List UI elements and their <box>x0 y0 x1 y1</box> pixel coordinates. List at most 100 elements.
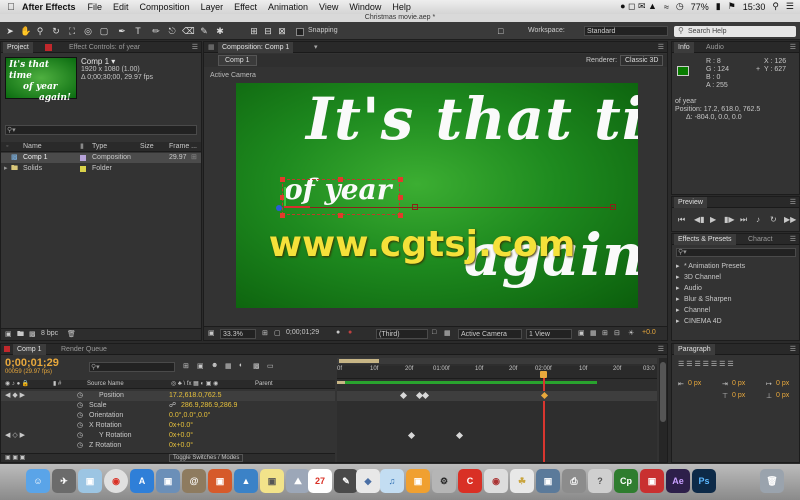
layer-handle[interactable] <box>338 213 343 218</box>
resolution-select[interactable]: (Third) <box>376 329 428 339</box>
menu-animation[interactable]: Animation <box>268 2 308 12</box>
always-preview-icon[interactable]: ▣ <box>208 329 215 337</box>
ram-preview-icon[interactable]: ▶▶ <box>784 215 796 224</box>
rotate-tool-icon[interactable]: ↻ <box>50 25 62 37</box>
list-item[interactable]: ▸ Blur & Sharpen <box>672 295 799 305</box>
puppet-tool-icon[interactable]: ✱ <box>214 25 226 37</box>
expand-arrow-icon[interactable]: ▸ <box>676 273 680 283</box>
list-item[interactable]: ▸ CINEMA 4D <box>672 317 799 327</box>
panel-menu-icon[interactable]: ☰ <box>192 42 198 53</box>
snapshot-icon[interactable]: ● <box>336 329 340 336</box>
space-after-value[interactable]: 0 px <box>776 392 789 399</box>
time-ruler[interactable]: 0f 10f 20f 01:00f 10f 20f 02:00f 10f 20f… <box>337 366 657 379</box>
timecode-field[interactable]: 0;00;01;29 <box>286 329 319 336</box>
column-size[interactable]: Size <box>140 142 154 152</box>
contacts-icon[interactable]: @ <box>182 469 206 493</box>
keyframe-nav-icon[interactable]: ◀ ◇ ▶ <box>5 431 25 441</box>
time-navigator[interactable] <box>337 358 657 364</box>
axis-icon[interactable]: ⊞ <box>248 25 260 37</box>
first-frame-icon[interactable]: ⏮ <box>678 215 685 225</box>
panel-menu-icon[interactable]: ☰ <box>658 42 664 53</box>
camera-tool-icon[interactable]: ⛶ <box>66 25 78 37</box>
comp-thumbnail[interactable]: It's that time of year again! <box>5 57 77 103</box>
type-tool-icon[interactable]: T <box>132 25 144 37</box>
property-value[interactable]: 0x+0.0° <box>169 421 193 431</box>
app-store-icon[interactable]: A <box>130 469 154 493</box>
eraser-tool-icon[interactable]: ⌫ <box>182 25 195 37</box>
unity-icon[interactable]: ◆ <box>356 469 380 493</box>
column-frame[interactable]: Frame ... <box>169 142 197 152</box>
y-rotation-keyframe[interactable] <box>455 431 464 440</box>
snapping-checkbox[interactable] <box>296 28 304 36</box>
timeline-icon[interactable]: ⊞ <box>602 329 608 337</box>
tab-comp-timeline[interactable]: Comp 1 <box>13 344 46 355</box>
itunes-icon[interactable]: ♫ <box>380 469 404 493</box>
menu-file[interactable]: File <box>88 2 103 12</box>
work-area-bar[interactable] <box>337 381 597 384</box>
time-navigator-range[interactable] <box>339 359 379 363</box>
trash-icon[interactable]: 🗑 <box>67 330 76 338</box>
roto-tool-icon[interactable]: ✎ <box>198 25 210 37</box>
property-value[interactable]: 0x+0.0° <box>169 441 193 451</box>
battery-percent[interactable]: 77% <box>691 2 709 12</box>
brainstorm-icon[interactable]: ▩ <box>253 362 260 370</box>
toggle-pixel-aspect-icon[interactable]: ▣ <box>578 329 585 337</box>
panel-menu-icon[interactable]: ☰ <box>658 344 664 355</box>
magnification-select[interactable]: 33.3% <box>220 329 256 339</box>
motion-path-keyframe[interactable] <box>610 204 616 210</box>
tab-render-queue[interactable]: Render Queue <box>57 344 111 355</box>
layer-handle[interactable] <box>398 213 403 218</box>
panel-menu-icon[interactable]: ☰ <box>790 344 796 355</box>
captivate-icon[interactable]: Cp <box>614 469 638 493</box>
keynote-icon[interactable]: ▲ <box>234 469 258 493</box>
presentation-icon[interactable]: ▣ <box>208 469 232 493</box>
property-row[interactable]: ◷ X Rotation 0x+0.0° <box>1 421 335 431</box>
work-area-start[interactable] <box>337 381 345 384</box>
menu-window[interactable]: Window <box>349 2 381 12</box>
flowchart-icon[interactable]: ⊞ <box>191 153 197 163</box>
expand-arrow-icon[interactable]: ▸ <box>676 317 680 327</box>
property-value[interactable]: 0.0°,0.0°,0.0° <box>169 411 210 421</box>
world-axis-icon[interactable]: ⊟ <box>262 25 274 37</box>
play-icon[interactable]: ▶ <box>710 215 716 224</box>
launchpad-icon[interactable]: ✈ <box>52 469 76 493</box>
mission-control-icon[interactable]: ▣ <box>78 469 102 493</box>
layer-bounding-box[interactable] <box>282 179 400 215</box>
workspace-select[interactable]: Standard <box>584 26 668 36</box>
flowchart-icon[interactable]: ⊟ <box>614 329 620 337</box>
pen-tool-icon[interactable]: ✒ <box>116 25 128 37</box>
menu-layer[interactable]: Layer <box>201 2 224 12</box>
interpret-footage-icon[interactable]: ▣ <box>5 330 12 338</box>
preview-icon[interactable]: ▣ <box>156 469 180 493</box>
scrollbar-thumb[interactable] <box>660 362 666 422</box>
menu-composition[interactable]: Composition <box>140 2 190 12</box>
space-before-value[interactable]: 0 px <box>732 392 745 399</box>
trash-icon[interactable]: 🗑 <box>760 469 784 493</box>
stickies-icon[interactable]: ▣ <box>260 469 284 493</box>
help-icon[interactable]: ? <box>588 469 612 493</box>
chrome-icon[interactable]: ◉ <box>104 469 128 493</box>
current-time-indicator[interactable] <box>543 372 545 462</box>
list-item[interactable]: ▸ Audio <box>672 284 799 294</box>
renderer-button[interactable]: Classic 3D <box>620 55 664 66</box>
column-parent[interactable]: Parent <box>255 380 273 389</box>
expand-arrow-icon[interactable]: ▸ <box>676 284 680 294</box>
shy-icon[interactable]: ☻ <box>211 362 218 369</box>
after-effects-icon[interactable]: Ae <box>666 469 690 493</box>
transparency-grid-icon[interactable]: ▦ <box>444 329 451 337</box>
stopwatch-icon[interactable]: ◷ <box>77 401 83 411</box>
property-row[interactable]: ◷ Z Rotation 0x+0.0° <box>1 441 335 451</box>
comp-mini-flowchart-icon[interactable]: ⊞ <box>183 362 189 370</box>
effects-search-input[interactable] <box>676 248 796 257</box>
position-track[interactable] <box>337 391 657 401</box>
expand-arrow-icon[interactable]: ▸ <box>676 306 680 316</box>
comp-navigator-button[interactable]: Comp 1 <box>218 55 257 66</box>
toggle-switches-modes-button[interactable]: Toggle Switches / Modes <box>169 454 244 462</box>
stopwatch-icon[interactable]: ◷ <box>77 411 83 421</box>
panel-menu-icon[interactable]: ☰ <box>790 197 796 208</box>
view-axis-icon[interactable]: ⊠ <box>276 25 288 37</box>
alignment-icons[interactable]: ☰ ☰ ☰ ☰ ☰ ☰ ☰ <box>678 360 734 368</box>
menu-help[interactable]: Help <box>392 2 411 12</box>
cinema4d-icon[interactable]: C <box>458 469 482 493</box>
property-value[interactable]: 17.2,618.0,762.5 <box>169 391 222 401</box>
